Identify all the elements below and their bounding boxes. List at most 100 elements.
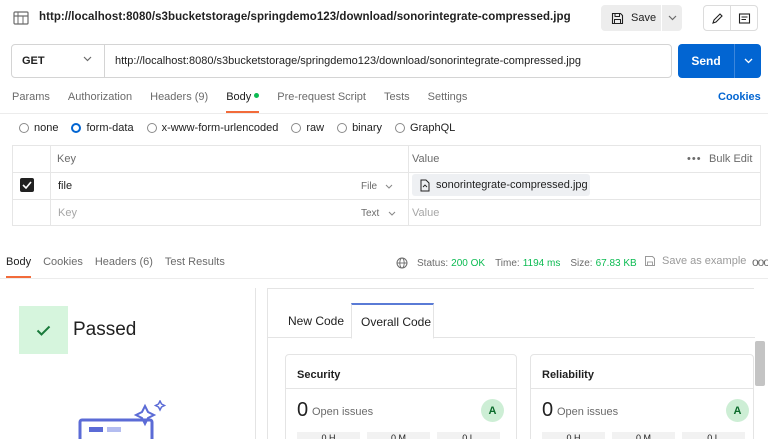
type-select-label: File <box>361 181 378 192</box>
tab-tests[interactable]: Tests <box>384 91 410 111</box>
cookies-link[interactable]: Cookies <box>718 91 761 103</box>
radio-label: none <box>34 122 59 134</box>
time-label: Time: <box>495 257 520 269</box>
tab-params[interactable]: Params <box>12 91 50 111</box>
radio-form-data[interactable]: form-data <box>71 122 134 134</box>
tab-pre-request-script[interactable]: Pre-request Script <box>277 91 366 111</box>
save-button-group: Save <box>601 5 682 31</box>
radio-label: x-www-form-urlencoded <box>161 122 279 134</box>
radio-x-www-form-urlencoded[interactable]: x-www-form-urlencoded <box>146 122 279 134</box>
file-name: sonorintegrate-compressed.jpg <box>436 179 588 191</box>
pencil-icon <box>711 12 723 24</box>
tab-authorization[interactable]: Authorization <box>68 91 132 111</box>
type-select[interactable]: Text <box>361 208 396 219</box>
severity-medium: 0 M <box>367 432 430 439</box>
file-chip[interactable]: sonorintegrate-compressed.jpg <box>412 174 590 196</box>
chevron-down-icon <box>388 211 396 216</box>
row-key[interactable]: file <box>58 180 72 192</box>
tab-label: Body <box>226 91 252 103</box>
tab-label: Test Results <box>164 256 225 268</box>
tab-label: Body <box>6 256 32 268</box>
tab-settings[interactable]: Settings <box>428 91 468 111</box>
issues-label: Open issues <box>312 406 374 418</box>
severity-medium: 0 M <box>612 432 675 439</box>
checkmark-icon <box>36 325 51 336</box>
chevron-down-icon <box>744 58 752 64</box>
form-data-table: Key Value ••• Bulk Edit file File Key Te… <box>12 145 761 226</box>
time-value[interactable]: 1194 ms <box>523 258 561 269</box>
size-label: Size: <box>570 257 593 269</box>
edit-button[interactable] <box>704 6 730 30</box>
row-enabled-checkbox[interactable] <box>20 178 34 192</box>
tab-new-code[interactable]: New Code <box>288 303 344 338</box>
tab-label: Settings <box>427 91 468 103</box>
tab-response-cookies[interactable]: Cookies <box>43 256 83 276</box>
tab-overall-code[interactable]: Overall Code <box>351 303 434 339</box>
send-button[interactable]: Send <box>678 44 734 78</box>
radio-none[interactable]: none <box>19 122 58 134</box>
radio-circle <box>19 123 29 133</box>
card-title: Security <box>297 369 341 381</box>
grade-badge: A <box>726 399 749 422</box>
radio-raw[interactable]: raw <box>291 122 324 134</box>
request-title[interactable]: http://localhost:8080/s3bucketstorage/sp… <box>39 11 571 23</box>
response-status-bar: Status: 200 OK Time: 1194 ms Size: 67.83… <box>396 256 647 270</box>
table-row: Key Text Value <box>13 200 760 227</box>
issue-count: 0 <box>297 399 309 421</box>
bulk-edit-link[interactable]: Bulk Edit <box>709 153 752 165</box>
divider <box>0 113 768 114</box>
more-options-icon[interactable]: ooo <box>752 255 768 269</box>
radio-graphql[interactable]: GraphQL <box>395 122 455 134</box>
radio-circle <box>291 123 302 133</box>
chevron-down-icon <box>386 184 393 189</box>
chevron-down-icon <box>83 56 92 62</box>
save-dropdown-button[interactable] <box>662 5 682 31</box>
severity-high: 0 H <box>542 432 605 439</box>
radio-label: GraphQL <box>410 122 456 134</box>
tab-test-results[interactable]: Test Results <box>165 256 225 276</box>
save-as-example-button[interactable]: Save as example <box>644 255 746 267</box>
checkmark-icon <box>22 181 32 189</box>
radio-binary[interactable]: binary <box>337 122 382 134</box>
issues-label: Open issues <box>557 406 619 418</box>
severity-low: 0 L <box>437 432 500 439</box>
type-select-label: Text <box>361 208 380 219</box>
tab-response-body[interactable]: Body <box>6 256 32 278</box>
severity-low: 0 L <box>682 432 745 439</box>
globe-icon[interactable] <box>396 257 408 269</box>
http-request-icon <box>13 11 29 25</box>
tab-response-headers[interactable]: Headers (6) <box>95 256 153 276</box>
quality-gate-status: Passed <box>73 319 137 340</box>
url-input[interactable] <box>105 46 665 76</box>
key-placeholder[interactable]: Key <box>58 207 77 219</box>
size-value[interactable]: 67.83 KB <box>596 258 637 269</box>
tab-body[interactable]: Body <box>226 91 260 113</box>
radio-circle <box>146 123 157 133</box>
value-placeholder[interactable]: Value <box>412 207 439 219</box>
type-select[interactable]: File <box>361 181 393 192</box>
save-as-example-label: Save as example <box>662 255 747 267</box>
request-tabs: Params Authorization Headers (9) Body Pr… <box>12 91 485 113</box>
grade-badge: A <box>481 399 504 422</box>
security-card[interactable]: Security 0 Open issues A 0 H 0 M 0 L <box>285 354 517 439</box>
status-value[interactable]: 200 OK <box>451 258 485 269</box>
save-icon <box>645 256 655 266</box>
send-dropdown-button[interactable] <box>735 44 761 78</box>
tab-headers[interactable]: Headers (9) <box>150 91 208 111</box>
response-tabs: Body Cookies Headers (6) Test Results <box>6 256 237 278</box>
tab-label: Headers <box>94 256 137 268</box>
save-button[interactable]: Save <box>601 5 661 31</box>
column-header-key: Key <box>57 153 76 165</box>
body-type-radio-group: none form-data x-www-form-urlencoded raw… <box>19 120 468 136</box>
method-select[interactable]: GET <box>12 45 105 77</box>
tab-label: Params <box>12 91 50 103</box>
more-options-icon[interactable]: ••• <box>687 153 702 165</box>
reliability-card[interactable]: Reliability 0 Open issues A 0 H 0 M 0 L <box>530 354 754 439</box>
divider <box>286 388 516 389</box>
radio-label: form-data <box>86 122 134 134</box>
documentation-button[interactable] <box>731 6 757 30</box>
tab-label: Pre-request Script <box>277 91 366 103</box>
url-bar: GET <box>11 44 672 78</box>
documentation-icon <box>738 12 750 24</box>
scrollbar[interactable] <box>755 341 765 386</box>
